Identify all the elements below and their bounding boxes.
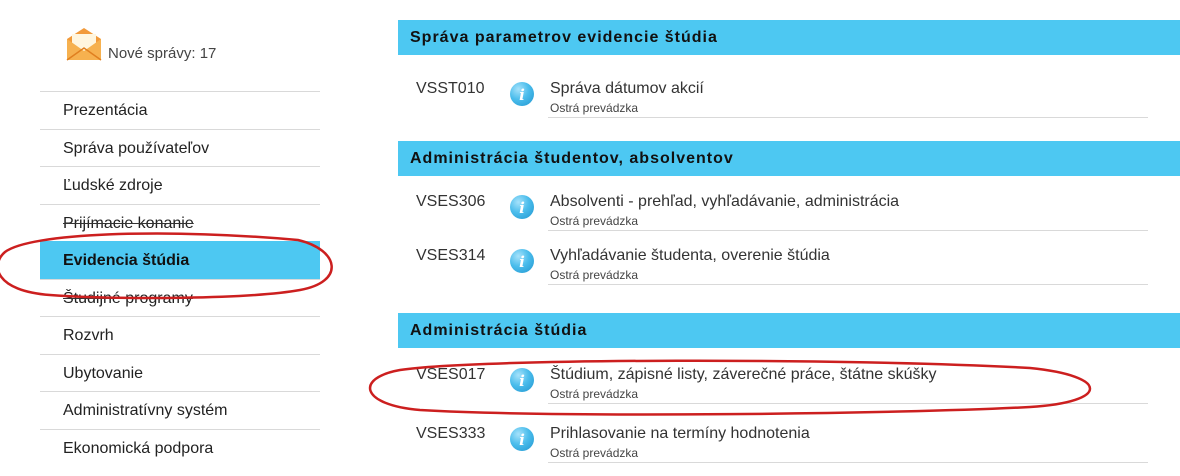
info-icon[interactable]: i xyxy=(510,82,534,106)
sidebar-item-evidencia-štúdia[interactable]: Evidencia štúdia xyxy=(40,241,320,279)
app-title-link[interactable]: Prihlasovanie na termíny hodnotenia xyxy=(550,425,810,443)
sidebar-item-administratívny-systém[interactable]: Administratívny systém xyxy=(40,391,320,429)
app-code: VSES314 xyxy=(416,247,486,264)
application-entry[interactable]: VSES017 i Štúdium, zápisné listy, záverečn… xyxy=(398,359,1148,405)
sidebar-item-prijímacie-konanie[interactable]: Prijímacie konanie xyxy=(40,203,320,242)
section-header: Administrácia štúdia xyxy=(398,313,1180,348)
section-header: Správa parametrov evidencie štúdia xyxy=(398,20,1180,55)
app-code: VSES306 xyxy=(416,193,486,210)
app-title-link[interactable]: Absolventi - prehľad, vyhľadávanie, admi… xyxy=(550,193,899,211)
app-status: Ostrá prevádzka xyxy=(550,268,639,282)
sidebar-item-študijné-programy[interactable]: Študijné programy xyxy=(40,278,320,317)
sidebar-item-správa-používateľov[interactable]: Správa používateľov xyxy=(40,128,320,167)
sidebar-item-prezentácia[interactable]: Prezentácia xyxy=(40,91,320,129)
new-messages-count: Nové správy: 17 xyxy=(108,45,217,62)
app-status: Ostrá prevádzka xyxy=(550,446,639,460)
app-code: VSES333 xyxy=(416,425,486,442)
sidebar-item-ubytovanie[interactable]: Ubytovanie xyxy=(40,353,320,392)
info-icon[interactable]: i xyxy=(510,427,534,451)
sidebar-item-rozvrh[interactable]: Rozvrh xyxy=(40,316,320,354)
app-status: Ostrá prevádzka xyxy=(550,101,639,115)
sidebar-item-label: Ubytovanie xyxy=(63,364,144,382)
application-entry[interactable]: VSES333 i Prihlasovanie na termíny hodnote… xyxy=(398,418,1148,464)
section-header: Administrácia študentov, absolventov xyxy=(398,141,1180,176)
app-status: Ostrá prevádzka xyxy=(550,387,639,401)
info-icon[interactable]: i xyxy=(510,368,534,392)
sidebar-item-label: Prezentácia xyxy=(63,102,148,119)
new-messages-link[interactable]: Nové správy: 17 xyxy=(64,14,216,64)
main-content: Správa parametrov evidencie štúdia VSST01… xyxy=(398,0,1180,476)
sidebar-item-label: Administratívny systém xyxy=(63,402,228,419)
sidebar-item-label: Rozvrh xyxy=(63,327,114,344)
sidebar: Nové správy: 17 Prezentácia Správa použív… xyxy=(0,0,340,476)
sidebar-item-label: Správa používateľov xyxy=(63,139,210,157)
sidebar-item-ekonomická-podpora[interactable]: Ekonomická podpora xyxy=(40,428,320,467)
application-entry[interactable]: VSES306 i Absolventi - prehľad, vyhľadávan… xyxy=(398,186,1148,232)
sidebar-menu: Prezentácia Správa používateľov Ľudské zdr… xyxy=(40,91,320,466)
app-code: VSES017 xyxy=(416,366,486,383)
app-code: VSST010 xyxy=(416,80,485,97)
sidebar-item-label: Ľudské zdroje xyxy=(63,177,163,194)
sidebar-item-label: Ekonomická podpora xyxy=(63,439,214,457)
mail-icon xyxy=(66,28,102,61)
app-title-link[interactable]: Štúdium, zápisné listy, záverečné práce,… xyxy=(550,366,937,384)
divider xyxy=(548,230,1148,231)
sidebar-item-label: Evidencia štúdia xyxy=(63,252,190,269)
divider xyxy=(548,403,1148,404)
app-status: Ostrá prevádzka xyxy=(550,214,639,228)
divider xyxy=(548,462,1148,463)
sidebar-item-ľudské-zdroje[interactable]: Ľudské zdroje xyxy=(40,166,320,204)
sidebar-item-label: Prijímacie konanie xyxy=(63,214,194,232)
application-entry[interactable]: VSST010 i Správa dátumov akcií Ostrá prevád… xyxy=(398,73,1148,119)
application-entry[interactable]: VSES314 i Vyhľadávanie študenta, overenie … xyxy=(398,240,1148,286)
info-icon[interactable]: i xyxy=(510,249,534,273)
app-title-link[interactable]: Správa dátumov akcií xyxy=(550,80,704,98)
sidebar-item-label: Študijné programy xyxy=(63,289,193,307)
info-icon[interactable]: i xyxy=(510,195,534,219)
divider xyxy=(548,284,1148,285)
divider xyxy=(548,117,1148,118)
app-title-link[interactable]: Vyhľadávanie študenta, overenie štúdia xyxy=(550,247,830,265)
